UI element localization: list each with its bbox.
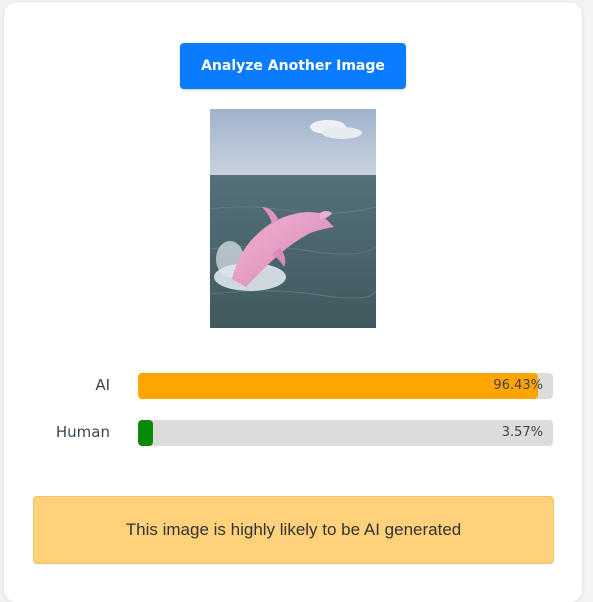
result-value-ai: 96.43% xyxy=(493,378,543,393)
verdict-message: This image is highly likely to be AI gen… xyxy=(33,496,554,564)
result-card: Analyze Another Image AI 96.43% Human 3.… xyxy=(4,2,582,602)
result-label-human: Human xyxy=(55,423,110,441)
result-bar-human: 3.57% xyxy=(138,420,553,446)
result-row-human: Human 3.57% xyxy=(4,420,582,446)
result-bar-ai: 96.43% xyxy=(138,373,553,399)
dolphin-photo xyxy=(210,109,376,328)
analyze-another-image-button[interactable]: Analyze Another Image xyxy=(180,43,406,89)
result-label-ai: AI xyxy=(95,376,110,394)
result-row-ai: AI 96.43% xyxy=(4,373,582,399)
result-bar-fill-ai xyxy=(138,373,538,399)
result-value-human: 3.57% xyxy=(501,425,543,440)
analyzed-image xyxy=(210,109,376,328)
result-bar-fill-human xyxy=(138,420,153,446)
